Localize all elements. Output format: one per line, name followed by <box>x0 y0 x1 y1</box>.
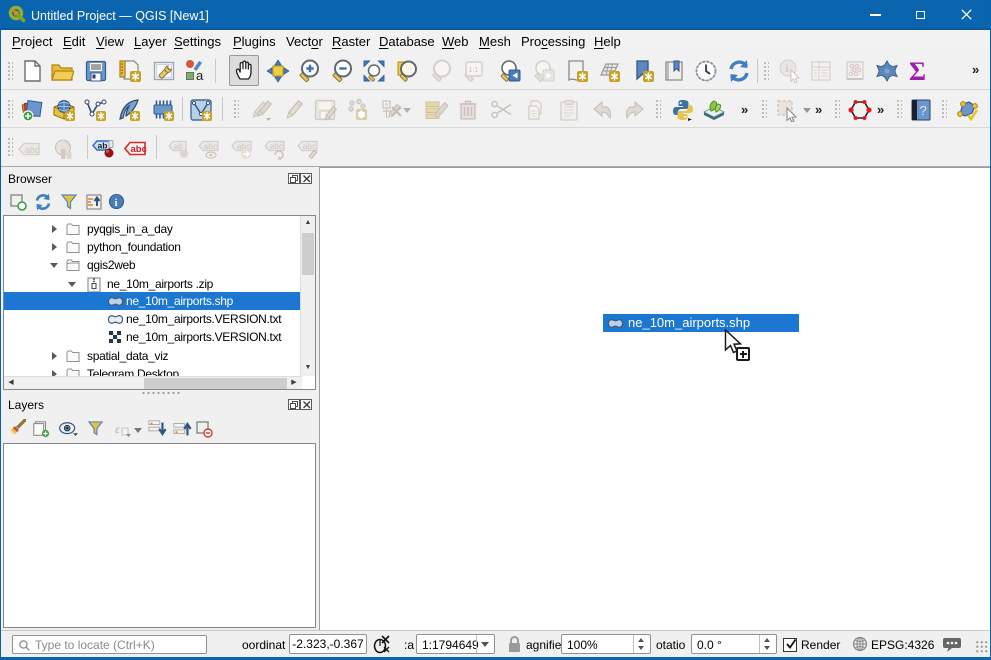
svg-text:ε: ε <box>115 422 120 436</box>
svg-text:abc: abc <box>25 145 40 155</box>
svg-text:abc: abc <box>303 141 317 151</box>
svg-text:a: a <box>196 68 204 83</box>
svg-text:abc: abc <box>270 141 284 151</box>
svg-text:?: ? <box>920 103 927 118</box>
svg-text:abc: abc <box>131 144 147 155</box>
svg-text:abc: abc <box>204 141 218 151</box>
svg-text:i: i <box>115 198 118 209</box>
svg-text:abc: abc <box>237 141 251 151</box>
svg-text:i: i <box>786 63 789 75</box>
svg-text:ab: ab <box>174 141 184 151</box>
svg-text:1:1: 1:1 <box>469 67 479 74</box>
svg-text:ab: ab <box>98 141 108 151</box>
